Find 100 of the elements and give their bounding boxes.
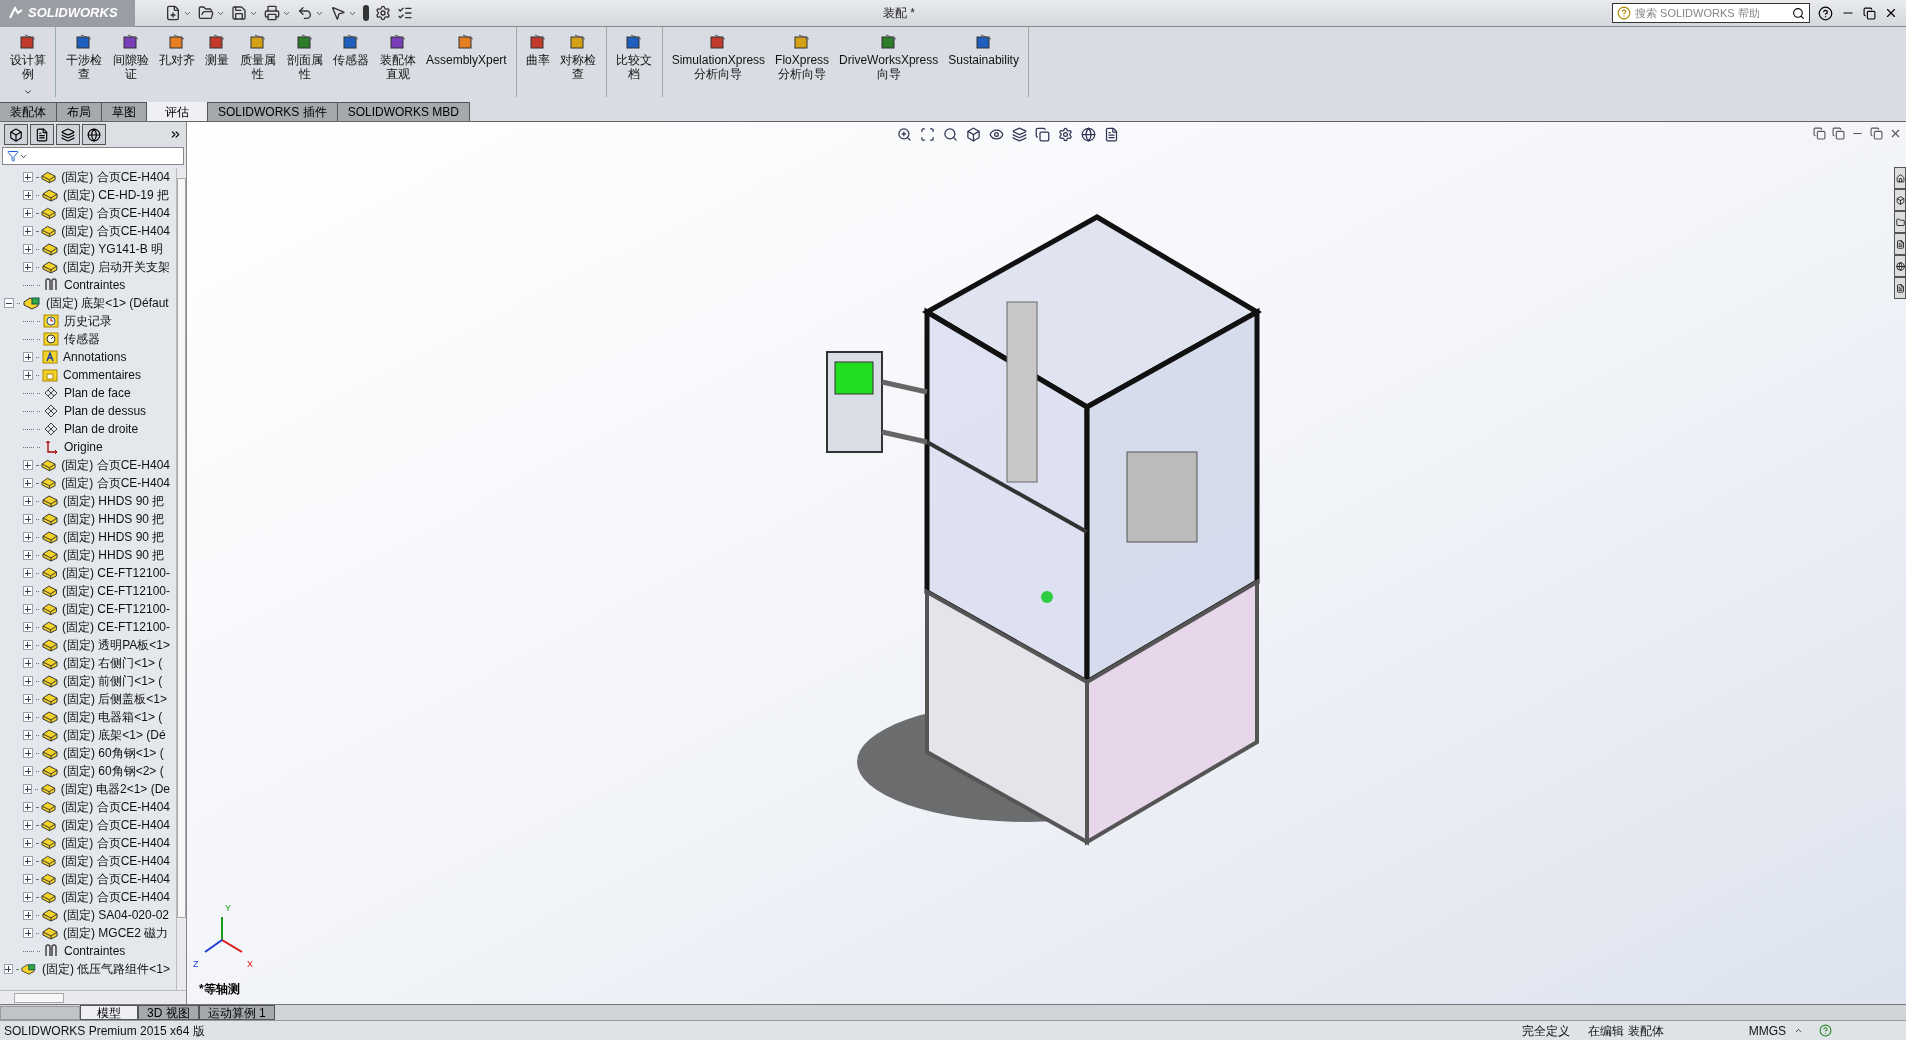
command-tab[interactable]: 装配体 <box>0 102 57 121</box>
view-tool-icon[interactable] <box>920 127 935 142</box>
tree-item-label[interactable]: (固定) 合页CE-H404 <box>61 474 170 492</box>
tree-item-label[interactable]: (固定) HHDS 90 把 <box>63 528 165 546</box>
tree-item-label[interactable]: Plan de droite <box>64 420 139 438</box>
tree-item-label[interactable]: (固定) HHDS 90 把 <box>63 546 165 564</box>
task-pane-tab[interactable] <box>1894 277 1906 299</box>
expander-toggle[interactable] <box>23 478 33 488</box>
tree-item-label[interactable]: (固定) 电器箱<1> ( <box>63 708 163 726</box>
model-tab[interactable]: 3D 视图 <box>138 1005 199 1020</box>
tree-item-label[interactable]: (固定) 透明PA板<1> <box>62 636 170 654</box>
tile-icon[interactable] <box>1832 127 1845 140</box>
view-tool-icon[interactable] <box>1012 127 1027 142</box>
toolbar-icon[interactable] <box>165 5 181 21</box>
expander-toggle[interactable] <box>23 532 33 542</box>
toolbar-icon[interactable] <box>231 5 247 21</box>
tree-item-label[interactable]: (固定) 底架<1> (Défaut <box>46 294 169 312</box>
toolbar-icon[interactable] <box>264 5 280 21</box>
view-tool-icon[interactable] <box>1058 127 1073 142</box>
tree-item-label[interactable]: (固定) CE-FT12100- <box>61 564 170 582</box>
expander-toggle[interactable] <box>23 676 33 686</box>
tree-item-label[interactable]: (固定) CE-FT12100- <box>61 582 170 600</box>
expander-toggle[interactable] <box>23 262 33 272</box>
task-pane-tab[interactable] <box>1894 211 1906 233</box>
tree-item-label[interactable]: (固定) HHDS 90 把 <box>63 492 165 510</box>
expander-toggle[interactable] <box>23 370 33 380</box>
tree-item-label[interactable]: (固定) 电器2<1> (De <box>60 780 170 798</box>
view-tool-icon[interactable] <box>1035 127 1050 142</box>
tree-item-label[interactable]: (固定) 合页CE-H404 <box>61 222 170 240</box>
expander-toggle[interactable] <box>23 730 33 740</box>
close-icon[interactable] <box>1884 6 1898 20</box>
command-tab[interactable]: SOLIDWORKS 插件 <box>208 102 338 121</box>
tree-item-label[interactable]: (固定) SA04-020-02 <box>63 906 170 924</box>
ribbon-button[interactable]: DriveWorksXpress 向导 <box>834 27 944 81</box>
tree-item-label[interactable]: Contraintes <box>64 942 126 960</box>
task-pane-tab[interactable] <box>1894 255 1906 277</box>
ribbon-button[interactable]: Sustainability <box>943 27 1024 67</box>
tree-item-label[interactable]: (固定) 后侧盖板<1> <box>63 690 167 708</box>
tree-item-label[interactable]: Origine <box>64 438 103 456</box>
ribbon-button[interactable]: 传感器 <box>328 27 374 67</box>
expander-toggle[interactable] <box>23 622 33 632</box>
tree-item-label[interactable]: (固定) 合页CE-H404 <box>61 204 170 222</box>
expander-toggle[interactable] <box>23 928 33 938</box>
command-tab[interactable]: 草图 <box>102 102 147 121</box>
settings-icon[interactable] <box>375 5 391 21</box>
tree-item-label[interactable]: (固定) CE-FT12100- <box>61 600 170 618</box>
expander-toggle[interactable] <box>23 586 33 596</box>
expander-toggle[interactable] <box>23 172 33 182</box>
toolbar-icon[interactable] <box>330 5 346 21</box>
expander-toggle[interactable] <box>23 784 33 794</box>
tile-icon[interactable] <box>1813 127 1826 140</box>
tree-item-label[interactable]: (固定) 低压气路组件<1> <box>41 960 170 978</box>
restore-icon[interactable] <box>1863 6 1876 20</box>
expander-toggle[interactable] <box>23 604 33 614</box>
ribbon-button[interactable]: 设计算例 <box>4 27 51 97</box>
expander-toggle[interactable] <box>23 496 33 506</box>
ribbon-button[interactable]: 孔对齐 <box>154 27 200 67</box>
view-tool-icon[interactable] <box>1081 127 1096 142</box>
task-pane-tab[interactable] <box>1894 189 1906 211</box>
expander-toggle[interactable] <box>23 910 33 920</box>
graphics-viewport[interactable]: Y Z X *等轴测 <box>187 122 1906 1004</box>
tree-item-label[interactable]: (固定) 60角钢<2> ( <box>63 762 164 780</box>
ribbon-button[interactable]: 比较文档 <box>610 27 658 81</box>
expander-toggle[interactable] <box>4 298 14 308</box>
expander-toggle[interactable] <box>23 514 33 524</box>
expander-toggle[interactable] <box>23 856 33 866</box>
tree-item-label[interactable]: (固定) 合页CE-H404 <box>61 168 170 186</box>
view-tool-icon[interactable] <box>897 127 912 142</box>
expander-toggle[interactable] <box>23 226 33 236</box>
view-tool-icon[interactable] <box>1104 127 1119 142</box>
expander-toggle[interactable] <box>23 820 33 830</box>
tree-item-label[interactable]: Plan de face <box>64 384 131 402</box>
tree-item-label[interactable]: 传感器 <box>64 330 100 348</box>
expander-toggle[interactable] <box>23 694 33 704</box>
expand-icon[interactable] <box>169 128 182 141</box>
tree-item-label[interactable]: (固定) 60角钢<1> ( <box>63 744 164 762</box>
units-selector[interactable]: MMGS <box>1748 1021 1786 1040</box>
panel-tab-icon[interactable] <box>30 124 54 145</box>
restore-icon[interactable] <box>1870 127 1883 140</box>
expander-toggle[interactable] <box>4 964 13 974</box>
ribbon-button[interactable]: 剖面属性 <box>281 27 328 81</box>
task-pane-tab[interactable] <box>1894 233 1906 255</box>
horizontal-scrollbar[interactable] <box>0 990 186 1004</box>
tree-item-label[interactable]: (固定) YG141-B 明 <box>63 240 164 258</box>
expander-toggle[interactable] <box>23 766 33 776</box>
task-pane-tab[interactable] <box>1894 167 1906 189</box>
view-tool-icon[interactable] <box>966 127 981 142</box>
toolbar-icon[interactable] <box>198 5 214 21</box>
tree-item-label[interactable]: 历史记录 <box>64 312 112 330</box>
expander-toggle[interactable] <box>23 568 33 578</box>
tree-item-label[interactable]: Annotations <box>63 348 127 366</box>
tree-item-label[interactable]: Commentaires <box>63 366 142 384</box>
tree-item-label[interactable]: (固定) MGCE2 磁力 <box>63 924 169 942</box>
expander-toggle[interactable] <box>23 244 33 254</box>
expander-toggle[interactable] <box>23 352 33 362</box>
tree-item-label[interactable]: (固定) 启动开关支架 <box>62 258 170 276</box>
expander-toggle[interactable] <box>23 208 33 218</box>
help-icon[interactable] <box>1818 5 1833 21</box>
search-field[interactable]: 搜索 SOLIDWORKS 帮助 <box>1612 3 1810 23</box>
expander-toggle[interactable] <box>23 874 33 884</box>
